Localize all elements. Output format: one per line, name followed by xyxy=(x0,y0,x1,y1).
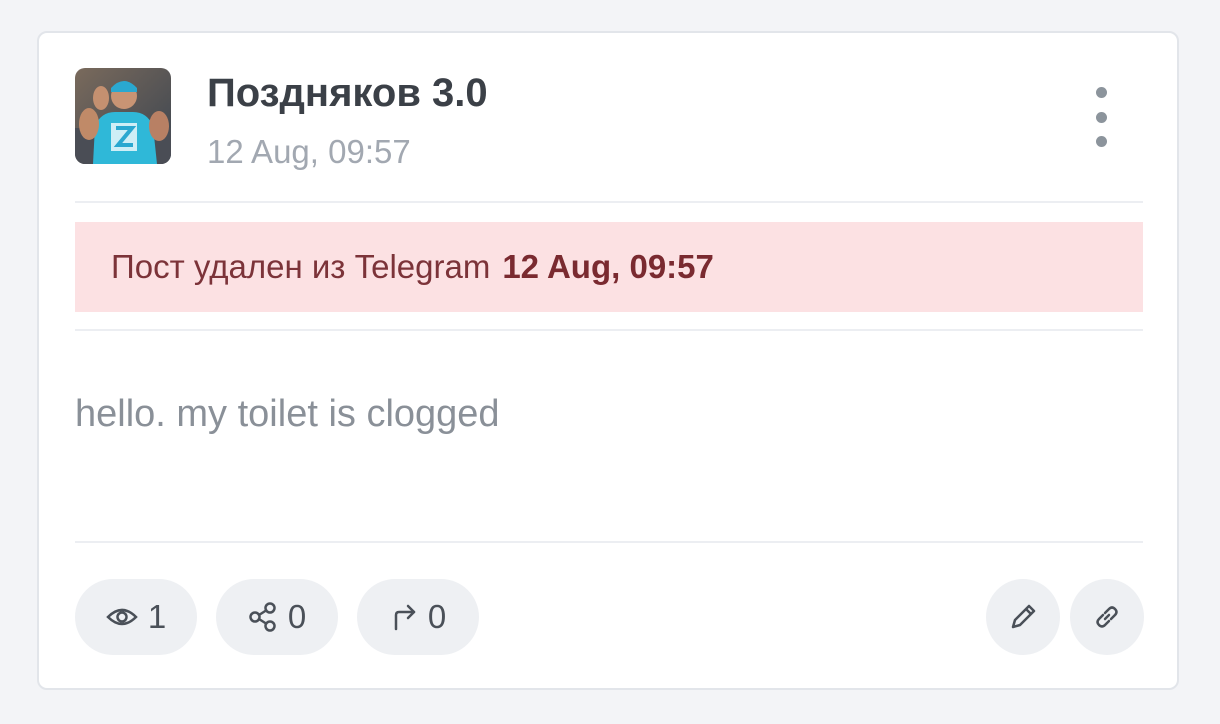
forwards-button[interactable]: 0 xyxy=(357,579,479,655)
divider xyxy=(75,329,1143,331)
dot-icon xyxy=(1095,136,1107,147)
pencil-icon xyxy=(1011,604,1036,629)
shares-button[interactable]: 0 xyxy=(216,579,338,655)
more-options-button[interactable] xyxy=(1083,87,1119,147)
deleted-banner-text: Пост удален из Telegram xyxy=(111,248,491,285)
divider xyxy=(75,541,1143,543)
eye-icon xyxy=(106,608,138,626)
views-button[interactable]: 1 xyxy=(75,579,197,655)
post-content: hello. my toilet is clogged xyxy=(75,393,500,435)
link-icon xyxy=(1096,606,1118,628)
copy-link-button[interactable] xyxy=(1070,579,1144,655)
dot-icon xyxy=(1095,87,1107,98)
avatar[interactable] xyxy=(75,68,171,164)
edit-button[interactable] xyxy=(986,579,1060,655)
deleted-banner: Пост удален из Telegram 12 Aug, 09:57 xyxy=(75,222,1143,312)
forwards-count: 0 xyxy=(427,598,447,635)
forward-arrow-icon xyxy=(394,604,416,631)
avatar-image xyxy=(75,68,171,164)
shares-count: 0 xyxy=(287,598,307,635)
views-count: 1 xyxy=(147,598,167,635)
deleted-banner-date: 12 Aug, 09:57 xyxy=(502,248,714,285)
post-timestamp: 12 Aug, 09:57 xyxy=(207,133,411,170)
dot-icon xyxy=(1095,111,1107,123)
post-card: Поздняков 3.0 12 Aug, 09:57 Пост удален … xyxy=(37,31,1179,690)
author-name[interactable]: Поздняков 3.0 xyxy=(207,71,488,116)
divider xyxy=(75,201,1143,203)
share-icon xyxy=(249,602,276,632)
